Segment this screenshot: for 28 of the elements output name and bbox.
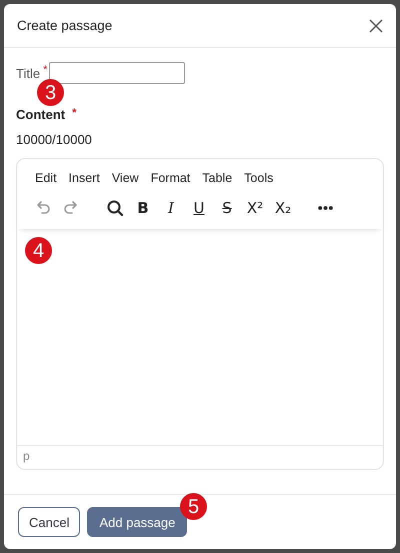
underline-button[interactable]: U <box>185 195 213 221</box>
italic-button[interactable]: I <box>157 195 185 221</box>
required-mark: * <box>72 107 76 119</box>
close-button[interactable] <box>368 18 384 34</box>
bold-button[interactable]: B <box>129 195 157 221</box>
title-input[interactable] <box>49 62 186 84</box>
step-badge: 3 <box>37 79 64 106</box>
menu-item[interactable]: View <box>106 167 145 189</box>
cancel-button[interactable]: Cancel <box>18 507 80 537</box>
submit-button[interactable]: Add passage <box>87 507 188 537</box>
more-icon <box>318 206 332 210</box>
dialog-title: Create passage <box>17 18 112 33</box>
element-path: p <box>23 449 30 463</box>
menu-item[interactable]: Table <box>196 167 238 189</box>
superscript-button[interactable]: X² <box>241 195 269 221</box>
search-icon <box>105 198 125 218</box>
character-count: 10000/10000 <box>16 132 93 147</box>
step-badge: 5 <box>180 493 207 520</box>
field-label: Title <box>16 66 40 80</box>
menu-item[interactable]: Edit <box>29 167 63 189</box>
step-badge: 4 <box>25 237 52 264</box>
menu-item[interactable]: Format <box>144 167 196 189</box>
subscript-button[interactable]: X₂ <box>269 195 297 221</box>
strike-button[interactable]: S <box>213 195 241 221</box>
menu-item[interactable]: Tools <box>238 167 280 189</box>
menu-item[interactable]: Insert <box>62 167 106 189</box>
section-label: Content <box>16 107 66 122</box>
required-mark: * <box>43 64 48 76</box>
